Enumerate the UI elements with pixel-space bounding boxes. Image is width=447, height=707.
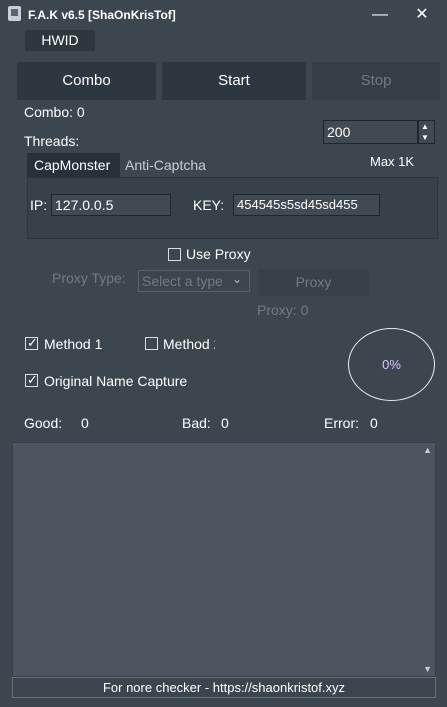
spin-down-icon[interactable]: ▼ xyxy=(421,132,429,143)
threads-label: Threads: xyxy=(24,133,80,149)
good-count: 0 xyxy=(81,415,89,431)
error-label: Error: xyxy=(324,415,359,431)
key-input[interactable]: 454545s5sd45sd455 xyxy=(233,194,380,216)
spin-up-icon[interactable]: ▲ xyxy=(421,121,429,132)
use-proxy-label: Use Proxy xyxy=(186,246,251,262)
method-1-label: Method 1 xyxy=(44,336,103,352)
check-icon: ✓ xyxy=(27,335,38,350)
tab-capmonster-label: CapMonster xyxy=(34,157,111,173)
method-2-label: Method 2 xyxy=(163,336,215,352)
original-name-capture-checkbox[interactable]: ✓ xyxy=(25,372,38,387)
use-proxy-checkbox[interactable] xyxy=(168,248,181,261)
start-button[interactable]: Start xyxy=(162,62,306,100)
proxy-count: Proxy: 0 xyxy=(257,302,309,318)
ip-label: IP: xyxy=(30,197,48,213)
combo-count: Combo: 0 xyxy=(24,104,85,120)
error-count: 0 xyxy=(370,415,378,431)
key-label: KEY: xyxy=(193,197,225,213)
threads-input[interactable]: 200 xyxy=(323,120,418,144)
window-title: F.A.K v6.5 [ShaOnKrisTof] xyxy=(28,8,176,22)
output-textarea[interactable]: ▲ ▼ xyxy=(12,442,436,677)
footer-link[interactable]: For nore checker - https://shaonkristof.… xyxy=(12,677,436,698)
captcha-panel: IP: 127.0.0.5 KEY: 454545s5sd45sd455 xyxy=(27,177,438,239)
chevron-down-icon: ⌄ xyxy=(232,272,243,286)
proxy-type-value: Select a type xyxy=(142,273,223,289)
threads-spinner[interactable]: ▲ ▼ xyxy=(418,120,435,144)
progress-circle: 0% xyxy=(348,328,435,401)
progress-label: 0% xyxy=(382,357,401,372)
good-label: Good: xyxy=(24,415,63,431)
check-icon: ✓ xyxy=(27,372,38,387)
bad-count: 0 xyxy=(221,415,229,431)
title-bar: F.A.K v6.5 [ShaOnKrisTof] — ✕ xyxy=(0,0,447,30)
proxy-type-select[interactable]: Select a type ⌄ xyxy=(138,270,250,292)
scroll-up-icon[interactable]: ▲ xyxy=(423,445,432,455)
method-1-checkbox[interactable]: ✓ xyxy=(25,335,38,350)
app-icon xyxy=(8,6,21,21)
original-name-capture-label: Original Name Capture xyxy=(44,373,188,389)
stop-button[interactable]: Stop xyxy=(312,62,440,100)
combo-button[interactable]: Combo xyxy=(17,62,156,100)
bad-label: Bad: xyxy=(182,415,211,431)
method-2-checkbox[interactable] xyxy=(145,337,158,350)
proxy-button[interactable]: Proxy xyxy=(258,269,369,296)
tab-capmonster[interactable]: CapMonster xyxy=(27,153,120,177)
scroll-down-icon[interactable]: ▼ xyxy=(423,664,432,674)
close-button[interactable]: ✕ xyxy=(410,4,434,26)
ip-input[interactable]: 127.0.0.5 xyxy=(51,194,171,216)
proxy-type-label: Proxy Type: xyxy=(52,270,126,286)
threads-max-label: Max 1K xyxy=(370,154,415,169)
tab-anti-captcha[interactable]: Anti-Captcha xyxy=(125,157,206,173)
minimize-button[interactable]: — xyxy=(368,4,392,26)
hwid-button[interactable]: HWID xyxy=(25,30,95,51)
